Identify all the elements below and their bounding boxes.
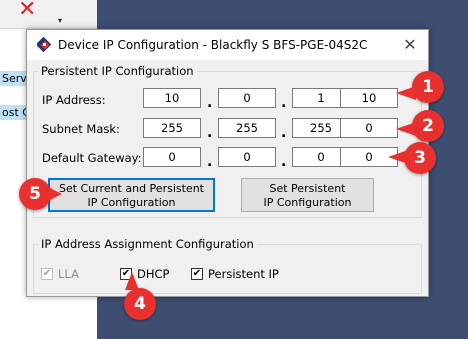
- callout-arrow-icon: [48, 187, 62, 201]
- dhcp-label[interactable]: DHCP: [137, 267, 169, 281]
- subnet-mask-octet-1[interactable]: [143, 118, 201, 138]
- persistent-ip-label[interactable]: Persistent IP: [208, 267, 279, 281]
- default-gateway-octet-1[interactable]: [143, 147, 201, 167]
- subnet-mask-octet-4[interactable]: [340, 118, 398, 138]
- default-gateway-label: Default Gateway:: [42, 151, 142, 165]
- ip-address-octet-4[interactable]: [340, 88, 398, 108]
- octet-separator: .: [281, 95, 287, 111]
- lla-label: LLA: [58, 267, 79, 281]
- close-icon[interactable]: ✕: [18, 0, 36, 22]
- callout-arrow-icon: [396, 122, 416, 136]
- subnet-mask-label: Subnet Mask:: [42, 122, 120, 136]
- ip-assignment-legend: IP Address Assignment Configuration: [38, 237, 257, 251]
- ip-address-octet-2[interactable]: [218, 88, 276, 108]
- callout-badge: 4: [124, 288, 156, 320]
- dialog-title: Device IP Configuration - Blackfly S BFS…: [58, 38, 368, 52]
- lla-checkbox: ✔: [41, 268, 53, 280]
- background-tree-item[interactable]: Serv: [0, 71, 29, 86]
- octet-separator: .: [207, 125, 213, 141]
- set-current-and-persistent-button[interactable]: Set Current and Persistent IP Configurat…: [48, 178, 215, 212]
- device-ip-configuration-dialog: Device IP Configuration - Blackfly S BFS…: [26, 29, 429, 297]
- background-toolbar: ✕ ▾: [0, 0, 97, 29]
- octet-separator: .: [207, 95, 213, 111]
- persistent-ip-checkbox[interactable]: ✔: [191, 268, 203, 280]
- default-gateway-octet-2[interactable]: [218, 147, 276, 167]
- ip-address-octet-1[interactable]: [143, 88, 201, 108]
- persistent-ip-legend: Persistent IP Configuration: [38, 64, 197, 78]
- subnet-mask-octet-2[interactable]: [218, 118, 276, 138]
- callout-arrow-icon: [388, 150, 408, 164]
- close-button[interactable]: ✕: [398, 34, 422, 56]
- set-persistent-button[interactable]: Set Persistent IP Configuration: [241, 178, 374, 212]
- device-icon: [37, 37, 52, 53]
- octet-separator: .: [281, 125, 287, 141]
- octet-separator: .: [281, 154, 287, 170]
- callout-arrow-icon: [396, 86, 416, 100]
- title-bar[interactable]: Device IP Configuration - Blackfly S BFS…: [27, 30, 428, 60]
- dropdown-caret-icon[interactable]: ▾: [58, 16, 62, 25]
- callout-arrow-icon: [125, 272, 139, 290]
- ip-address-label: IP Address:: [42, 93, 106, 107]
- callout-badge: 5: [19, 178, 51, 210]
- octet-separator: .: [207, 154, 213, 170]
